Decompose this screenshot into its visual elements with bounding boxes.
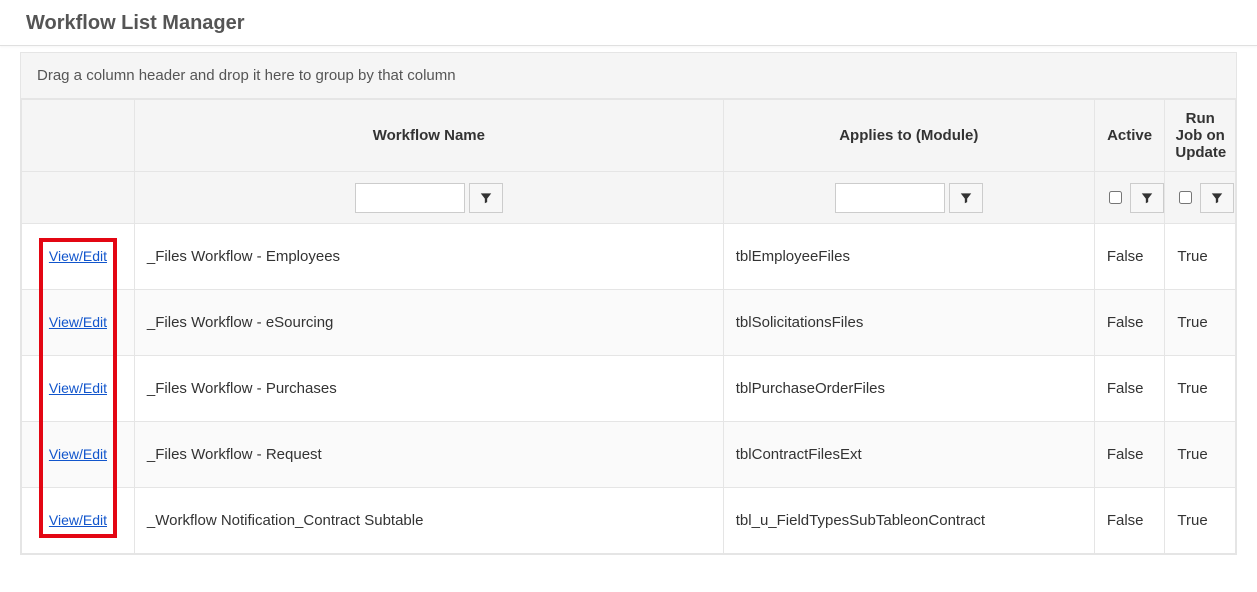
workflow-grid: Drag a column header and drop it here to… — [20, 52, 1237, 555]
cell-run: True — [1165, 488, 1236, 554]
cell-module: tblEmployeeFiles — [723, 224, 1094, 290]
filter-cell-active — [1094, 172, 1165, 224]
action-cell: View/Edit — [22, 356, 135, 422]
cell-run: True — [1165, 422, 1236, 488]
filter-button-active[interactable] — [1130, 183, 1164, 213]
cell-workflow-name: _Files Workflow - Purchases — [134, 356, 723, 422]
cell-module: tblPurchaseOrderFiles — [723, 356, 1094, 422]
view-edit-link[interactable]: View/Edit — [49, 380, 107, 396]
col-header-active[interactable]: Active — [1094, 100, 1165, 172]
cell-workflow-name: _Files Workflow - eSourcing — [134, 290, 723, 356]
workflow-table: Workflow Name Applies to (Module) Active… — [21, 99, 1236, 554]
filter-button-name[interactable] — [469, 183, 503, 213]
filter-check-active[interactable] — [1109, 191, 1122, 204]
view-edit-link[interactable]: View/Edit — [49, 512, 107, 528]
col-header-run[interactable]: Run Job on Update — [1165, 100, 1236, 172]
col-header-module[interactable]: Applies to (Module) — [723, 100, 1094, 172]
table-filter-row — [22, 172, 1236, 224]
filter-cell-action — [22, 172, 135, 224]
cell-run: True — [1165, 356, 1236, 422]
cell-active: False — [1094, 290, 1165, 356]
filter-input-name[interactable] — [355, 183, 465, 213]
cell-module: tbl_u_FieldTypesSubTableonContract — [723, 488, 1094, 554]
filter-check-run[interactable] — [1179, 191, 1192, 204]
filter-button-module[interactable] — [949, 183, 983, 213]
col-header-name[interactable]: Workflow Name — [134, 100, 723, 172]
action-cell: View/Edit — [22, 422, 135, 488]
table-body: View/Edit _Files Workflow - EmployeestblE… — [22, 224, 1236, 554]
cell-active: False — [1094, 224, 1165, 290]
table-row: View/Edit _Files Workflow - EmployeestblE… — [22, 224, 1236, 290]
funnel-icon — [959, 191, 973, 205]
cell-active: False — [1094, 488, 1165, 554]
filter-input-module[interactable] — [835, 183, 945, 213]
cell-module: tblContractFilesExt — [723, 422, 1094, 488]
view-edit-link[interactable]: View/Edit — [49, 314, 107, 330]
cell-run: True — [1165, 290, 1236, 356]
funnel-icon — [479, 191, 493, 205]
table-row: View/Edit _Files Workflow - PurchasestblP… — [22, 356, 1236, 422]
funnel-icon — [1210, 191, 1224, 205]
filter-cell-module — [723, 172, 1094, 224]
cell-workflow-name: _Files Workflow - Request — [134, 422, 723, 488]
filter-cell-run — [1165, 172, 1236, 224]
cell-active: False — [1094, 356, 1165, 422]
table-row: View/Edit _Files Workflow - RequesttblCon… — [22, 422, 1236, 488]
cell-active: False — [1094, 422, 1165, 488]
table-header-row: Workflow Name Applies to (Module) Active… — [22, 100, 1236, 172]
action-cell: View/Edit — [22, 488, 135, 554]
cell-run: True — [1165, 224, 1236, 290]
table-row: View/Edit _Workflow Notification_Contract… — [22, 488, 1236, 554]
cell-workflow-name: _Workflow Notification_Contract Subtable — [134, 488, 723, 554]
cell-module: tblSolicitationsFiles — [723, 290, 1094, 356]
filter-cell-name — [134, 172, 723, 224]
action-cell: View/Edit — [22, 290, 135, 356]
group-by-hint[interactable]: Drag a column header and drop it here to… — [21, 53, 1236, 99]
action-cell: View/Edit — [22, 224, 135, 290]
page-title: Workflow List Manager — [0, 0, 1257, 46]
table-row: View/Edit _Files Workflow - eSourcingtblS… — [22, 290, 1236, 356]
funnel-icon — [1140, 191, 1154, 205]
cell-workflow-name: _Files Workflow - Employees — [134, 224, 723, 290]
view-edit-link[interactable]: View/Edit — [49, 446, 107, 462]
view-edit-link[interactable]: View/Edit — [49, 248, 107, 264]
filter-button-run[interactable] — [1200, 183, 1234, 213]
col-header-action[interactable] — [22, 100, 135, 172]
